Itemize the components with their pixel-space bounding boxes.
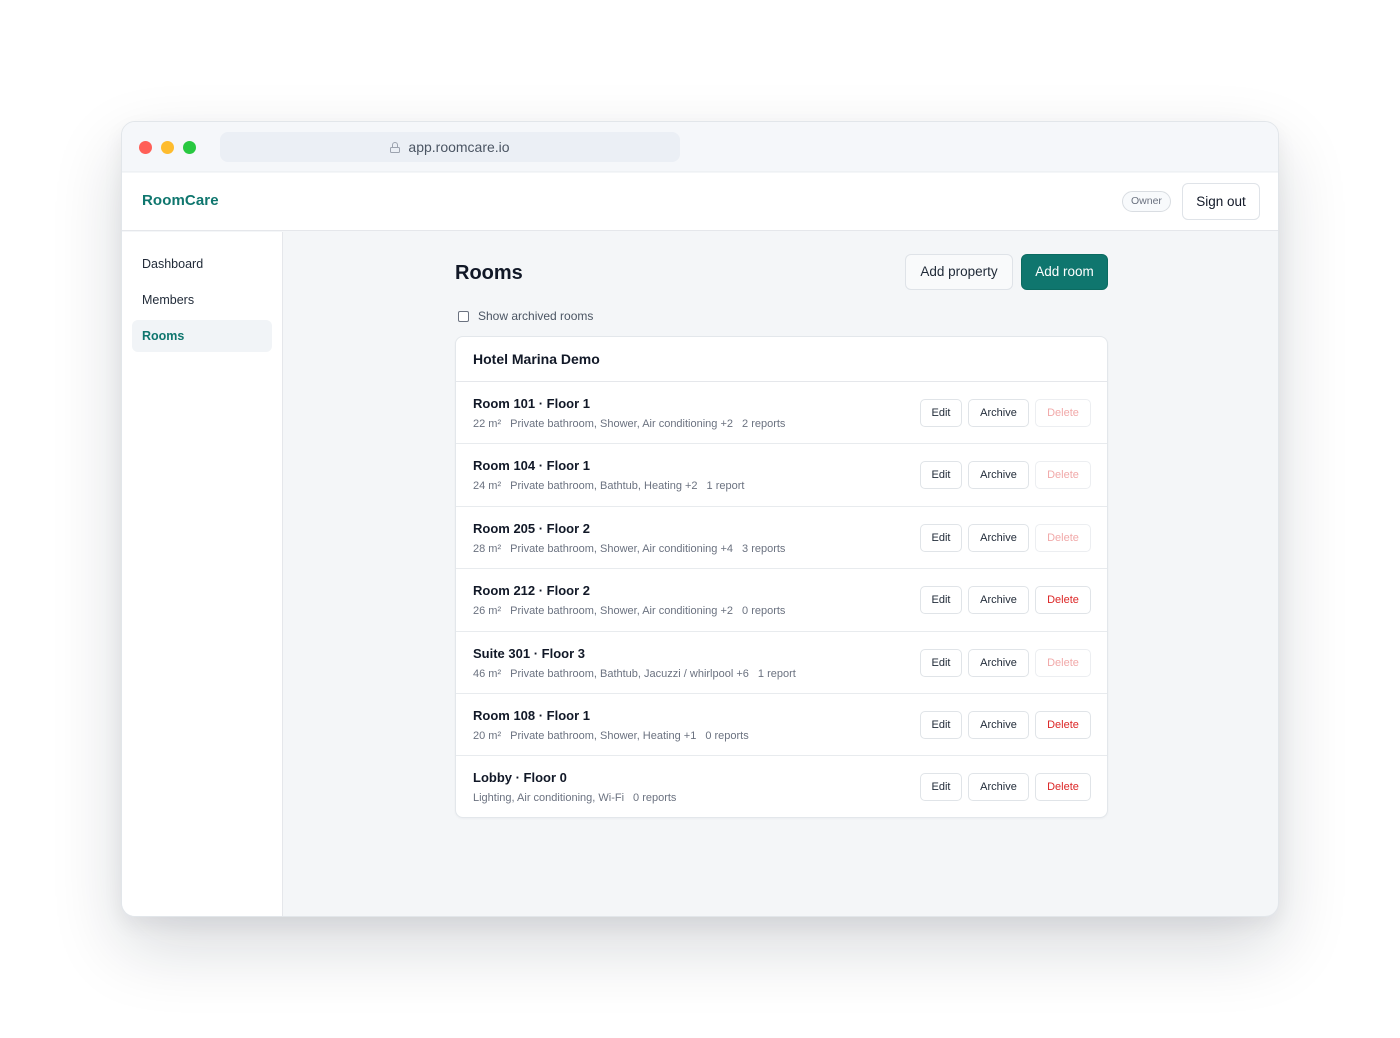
room-reports-count: 3 reports (742, 542, 786, 555)
app-header: RoomCare Owner Sign out (122, 173, 1278, 231)
room-name: Room 205 · Floor 2 (473, 520, 591, 536)
room-actions: Edit Archive Delete (920, 399, 1091, 427)
room-amenities: Private bathroom, Bathtub, Jacuzzi / whi… (510, 667, 749, 680)
property-name: Hotel Marina Demo (456, 337, 1107, 382)
room-meta: Lighting, Air conditioning, Wi-Fi 0 repor… (473, 792, 676, 804)
sidebar: Dashboard Members Rooms (122, 232, 283, 916)
delete-room-button: Delete (1035, 461, 1091, 490)
room-row: Room 108 · Floor 1 20 m² Private bathroom… (456, 694, 1107, 757)
room-reports-count: 1 report (757, 667, 796, 680)
room-reports-count: 2 reports (742, 418, 786, 430)
edit-room-button[interactable]: Edit (920, 773, 962, 802)
room-name: Lobby · Floor 0 (473, 770, 567, 786)
minimize-window-button[interactable] (161, 141, 174, 154)
room-actions: Edit Archive Delete (920, 648, 1091, 677)
room-row: Room 101 · Floor 1 22 m² Private bathroom… (456, 382, 1107, 445)
archive-room-button[interactable]: Archive (968, 523, 1029, 552)
close-window-button[interactable] (139, 141, 152, 154)
room-reports-count: 0 reports (705, 729, 749, 742)
room-row: Suite 301 · Floor 3 46 m² Private bathroo… (456, 632, 1107, 694)
room-size: 28 m² (473, 542, 502, 555)
room-name: Room 212 · Floor 2 (473, 583, 591, 599)
room-actions: Edit Archive Delete (920, 523, 1091, 552)
room-amenities: Private bathroom, Bathtub, Heating +2 (510, 480, 698, 493)
lock-icon (390, 141, 401, 153)
delete-room-button: Delete (1035, 648, 1091, 677)
edit-room-button[interactable]: Edit (920, 710, 962, 739)
delete-room-button[interactable]: Delete (1035, 773, 1091, 802)
archive-room-button[interactable]: Archive (968, 399, 1029, 427)
room-meta: 28 m² Private bathroom, Shower, Air condi… (473, 543, 785, 555)
room-size: 20 m² (473, 729, 502, 742)
room-meta: 46 m² Private bathroom, Bathtub, Jacuzzi … (473, 668, 796, 680)
room-amenities: Lighting, Air conditioning, Wi-Fi (473, 792, 625, 805)
room-meta: 26 m² Private bathroom, Shower, Air condi… (473, 605, 785, 617)
room-meta: 20 m² Private bathroom, Shower, Heating +… (473, 730, 749, 742)
address-bar[interactable]: app.roomcare.io (220, 132, 680, 162)
role-badge: Owner (1122, 191, 1171, 212)
room-row: Room 205 · Floor 2 28 m² Private bathroom… (456, 507, 1107, 570)
sidebar-item-members[interactable]: Members (132, 284, 272, 316)
room-actions: Edit Archive Delete (920, 773, 1091, 802)
room-size: 22 m² (473, 418, 502, 430)
room-name: Room 101 · Floor 1 (473, 396, 591, 411)
brand-logo[interactable]: RoomCare (142, 192, 219, 209)
edit-room-button[interactable]: Edit (920, 523, 962, 552)
delete-room-button[interactable]: Delete (1035, 586, 1091, 615)
show-archived-checkbox[interactable] (458, 310, 469, 322)
browser-window: app.roomcare.io RoomCare Owner Sign out … (121, 121, 1279, 917)
browser-titlebar: app.roomcare.io (122, 122, 1278, 172)
room-meta: 24 m² Private bathroom, Bathtub, Heating … (473, 480, 744, 492)
room-size: 46 m² (473, 667, 502, 680)
delete-room-button[interactable]: Delete (1035, 710, 1091, 739)
delete-room-button: Delete (1035, 399, 1091, 427)
archive-room-button[interactable]: Archive (968, 648, 1029, 677)
room-name: Suite 301 · Floor 3 (473, 645, 585, 661)
room-row: Lobby · Floor 0 Lighting, Air conditioni… (456, 756, 1107, 817)
property-card: Hotel Marina Demo Room 101 · Floor 1 22 … (455, 336, 1108, 818)
room-row: Room 212 · Floor 2 26 m² Private bathroom… (456, 569, 1107, 632)
sidebar-item-dashboard[interactable]: Dashboard (132, 248, 272, 280)
edit-room-button[interactable]: Edit (920, 399, 962, 427)
room-reports-count: 0 reports (742, 605, 786, 618)
edit-room-button[interactable]: Edit (920, 648, 962, 677)
room-row: Room 104 · Floor 1 24 m² Private bathroom… (456, 444, 1107, 507)
add-property-button[interactable]: Add property (905, 254, 1013, 290)
sidebar-item-rooms[interactable]: Rooms (132, 320, 272, 352)
maximize-window-button[interactable] (183, 141, 196, 154)
room-actions: Edit Archive Delete (920, 710, 1091, 739)
archive-room-button[interactable]: Archive (968, 773, 1029, 802)
room-list: Room 101 · Floor 1 22 m² Private bathroom… (456, 382, 1107, 817)
room-reports-count: 1 report (706, 480, 745, 493)
edit-room-button[interactable]: Edit (920, 586, 962, 615)
room-name: Room 108 · Floor 1 (473, 707, 591, 723)
url-text: app.roomcare.io (408, 139, 510, 155)
room-name: Room 104 · Floor 1 (473, 458, 591, 474)
edit-room-button[interactable]: Edit (920, 461, 962, 490)
archive-room-button[interactable]: Archive (968, 461, 1029, 490)
room-meta: 22 m² Private bathroom, Shower, Air condi… (473, 418, 785, 430)
room-actions: Edit Archive Delete (920, 461, 1091, 490)
room-amenities: Private bathroom, Shower, Air conditioni… (510, 605, 734, 618)
delete-room-button: Delete (1035, 523, 1091, 552)
archive-room-button[interactable]: Archive (968, 710, 1029, 739)
sign-out-button[interactable]: Sign out (1182, 183, 1260, 220)
room-amenities: Private bathroom, Shower, Air conditioni… (510, 542, 734, 555)
room-reports-count: 0 reports (633, 792, 677, 805)
room-amenities: Private bathroom, Shower, Air conditioni… (510, 418, 734, 430)
show-archived-label: Show archived rooms (478, 309, 594, 323)
room-size: 26 m² (473, 605, 502, 618)
room-size: 24 m² (473, 480, 502, 493)
room-amenities: Private bathroom, Shower, Heating +1 (510, 729, 697, 742)
show-archived-toggle[interactable]: Show archived rooms (458, 309, 593, 323)
page-title: Rooms (455, 262, 523, 284)
archive-room-button[interactable]: Archive (968, 586, 1029, 615)
room-actions: Edit Archive Delete (920, 586, 1091, 615)
add-room-button[interactable]: Add room (1021, 254, 1108, 290)
